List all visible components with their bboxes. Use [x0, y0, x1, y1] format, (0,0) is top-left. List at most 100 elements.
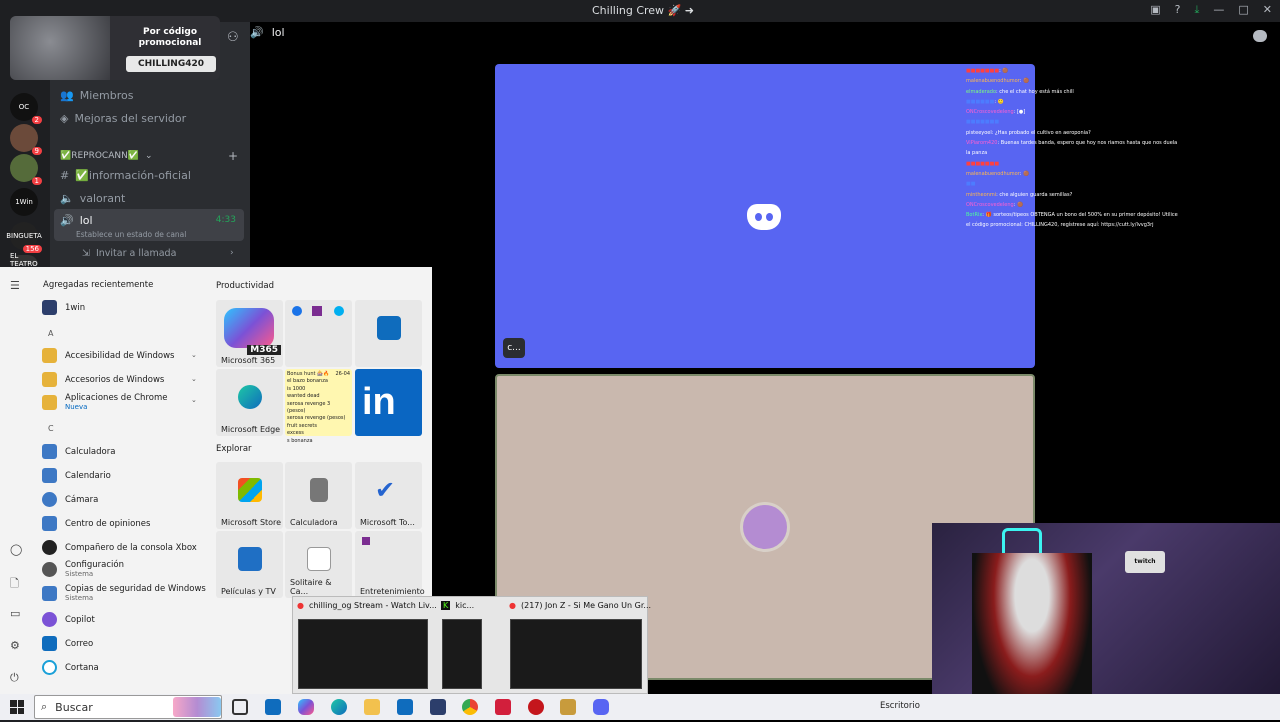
- discord-logo-icon: [747, 204, 781, 230]
- settings-icon[interactable]: ⚙: [10, 639, 22, 652]
- app-item[interactable]: Compañero de la consola Xbox: [42, 540, 197, 555]
- server-icon[interactable]: OC 2: [10, 93, 42, 124]
- hamburger-icon[interactable]: ☰: [10, 279, 22, 292]
- inbox-icon[interactable]: ▣: [1150, 3, 1160, 17]
- chat-line: ■■■■■■■: [966, 119, 1000, 126]
- app-item[interactable]: Calculadora: [42, 444, 115, 459]
- server-icon[interactable]: 9: [10, 124, 42, 155]
- close-button[interactable]: ✕: [1263, 3, 1272, 17]
- tile-movies[interactable]: Películas y TV: [216, 531, 283, 598]
- game-icon: [362, 537, 370, 545]
- app-item[interactable]: Cámara: [42, 492, 98, 507]
- skype-icon: [334, 306, 344, 316]
- chrome-icon: ●: [509, 601, 516, 610]
- chat-line: ONCroscovedeleng: 🟤: [966, 201, 1024, 208]
- boost-icon: ◈: [60, 112, 69, 125]
- outlook-taskbar-icon[interactable]: [397, 699, 413, 715]
- members-item[interactable]: 👥 Miembros: [60, 89, 133, 102]
- chilling-logo: [10, 16, 110, 80]
- channel-informacion-oficial[interactable]: # ✅información-oficial: [60, 169, 191, 182]
- server-boosts-item[interactable]: ◈ Mejoras del servidor: [60, 112, 186, 125]
- user-icon[interactable]: ◯: [10, 543, 22, 556]
- tile-sticky-notes[interactable]: Bonus hunt 🎰🔥 26-04 el bazo bonanza is 10…: [285, 369, 352, 444]
- chevron-down-icon[interactable]: ⌄: [191, 396, 197, 404]
- app-item[interactable]: Aplicaciones de Chrome Nueva: [42, 393, 167, 411]
- explorer-taskbar-icon[interactable]: [364, 699, 380, 715]
- set-status-link[interactable]: Establece un estado de canal: [76, 230, 186, 239]
- backup-icon: [42, 585, 57, 601]
- add-channel-icon[interactable]: +: [228, 149, 238, 163]
- invite-to-call[interactable]: ⇲ Invitar a llamada: [82, 248, 176, 259]
- store-taskbar-icon[interactable]: [265, 699, 281, 715]
- maximize-button[interactable]: □: [1238, 3, 1248, 17]
- server-icon[interactable]: EL TEATRO: [10, 252, 38, 268]
- search-icon: ⌕: [41, 700, 48, 713]
- app-item[interactable]: Correo: [42, 636, 93, 651]
- tile-store[interactable]: Microsoft Store: [216, 462, 283, 529]
- desktop-label[interactable]: Escritorio: [880, 701, 920, 711]
- server-icon[interactable]: 1Win: [10, 188, 38, 216]
- server-icon[interactable]: BINGUETA 156: [6, 222, 42, 253]
- power-icon[interactable]: ⏻: [10, 671, 22, 684]
- tile-outlook[interactable]: [355, 300, 422, 367]
- download-icon[interactable]: ⤓: [1195, 3, 1200, 17]
- help-icon[interactable]: ?: [1175, 3, 1181, 17]
- chevron-down-icon[interactable]: ⌄: [191, 375, 197, 383]
- app-item[interactable]: Accesorios de Windows: [42, 372, 164, 387]
- pictures-icon[interactable]: ▭: [10, 607, 22, 620]
- app-item[interactable]: Calendario: [42, 468, 111, 483]
- preview-kick[interactable]: Kkic...: [437, 597, 493, 695]
- avatar: [740, 502, 790, 552]
- app-item[interactable]: Copilot: [42, 612, 95, 627]
- chat-icon[interactable]: [1253, 30, 1267, 42]
- task-view-icon[interactable]: [232, 699, 248, 715]
- chat-line: mintheonmi: che alguien guarda semillas?: [966, 191, 1073, 198]
- chat-line: elmaderado: che el chat hoy está más chi…: [966, 88, 1074, 95]
- taskbar-search[interactable]: ⌕ Buscar: [34, 695, 222, 719]
- chat-line: ONCroscovedeleng: [●]: [966, 109, 1026, 116]
- video-tile-discord[interactable]: c...: [495, 64, 1035, 368]
- app-item[interactable]: Configuración Sistema: [42, 560, 124, 578]
- channel-valorant[interactable]: 🔈 valorant: [60, 192, 125, 205]
- calendar-icon: [42, 468, 57, 483]
- todo-icon: ✔: [375, 476, 396, 504]
- chat-line: pisteeyoel: ¿Has probado el cultivo en a…: [966, 129, 1091, 136]
- chevron-down-icon[interactable]: ⌄: [191, 351, 197, 359]
- tile-m365[interactable]: M365 Microsoft 365: [216, 300, 283, 367]
- copilot-taskbar-icon[interactable]: [298, 699, 314, 715]
- document-icon[interactable]: 🗋: [10, 575, 22, 590]
- channel-lol-active[interactable]: 🔊 lol 4:33 Establece un estado de canal: [54, 209, 244, 241]
- tile-edge[interactable]: Microsoft Edge: [216, 369, 283, 436]
- tile-entertainment[interactable]: Entretenimiento: [355, 531, 425, 598]
- league-taskbar-icon[interactable]: [560, 699, 576, 715]
- server-icon[interactable]: 1: [10, 154, 42, 185]
- minimize-button[interactable]: —: [1213, 3, 1224, 17]
- call-timer: 4:33: [215, 215, 236, 225]
- preview-chilling-stream[interactable]: ● chilling_og Stream - Watch Liv...: [293, 597, 437, 695]
- app-item[interactable]: Cortana: [42, 660, 99, 675]
- app-item-1win[interactable]: 1win: [42, 300, 85, 315]
- discord-taskbar-icon[interactable]: [593, 699, 609, 715]
- screen-recorder-taskbar-icon[interactable]: [495, 699, 511, 715]
- add-friend-icon[interactable]: ⚇: [227, 30, 239, 45]
- edge-taskbar-icon[interactable]: [331, 699, 347, 715]
- tile-linkedin[interactable]: in: [355, 369, 422, 436]
- tile-calculator[interactable]: Calculadora: [285, 462, 352, 529]
- chrome-taskbar-icon[interactable]: [462, 699, 478, 715]
- tile-office-group[interactable]: [285, 300, 352, 367]
- app-item[interactable]: Accesibilidad de Windows: [42, 348, 174, 363]
- taskbar-previews: ● chilling_og Stream - Watch Liv... Kkic.…: [292, 596, 651, 695]
- preview-youtube[interactable]: ● (217) Jon Z - Si Me Gano Un Gr...: [505, 597, 651, 695]
- tile-todo[interactable]: ✔ Microsoft To...: [355, 462, 422, 529]
- windows-start-button[interactable]: [10, 700, 24, 714]
- 1win-taskbar-icon[interactable]: [430, 699, 446, 715]
- category-reprocann[interactable]: ✅REPROCANN✅ ⌄: [60, 151, 153, 161]
- kick-icon: K: [441, 601, 451, 610]
- promo-text: Por código promocional: [138, 27, 202, 48]
- edge-icon: [238, 385, 262, 409]
- app-item[interactable]: Copias de seguridad de Windows Sistema: [42, 584, 206, 602]
- app-item[interactable]: Centro de opiniones: [42, 516, 150, 531]
- search-highlight-image: [173, 697, 221, 717]
- tile-solitaire[interactable]: Solitaire & Ca...: [285, 531, 352, 598]
- app-taskbar-icon[interactable]: [528, 699, 544, 715]
